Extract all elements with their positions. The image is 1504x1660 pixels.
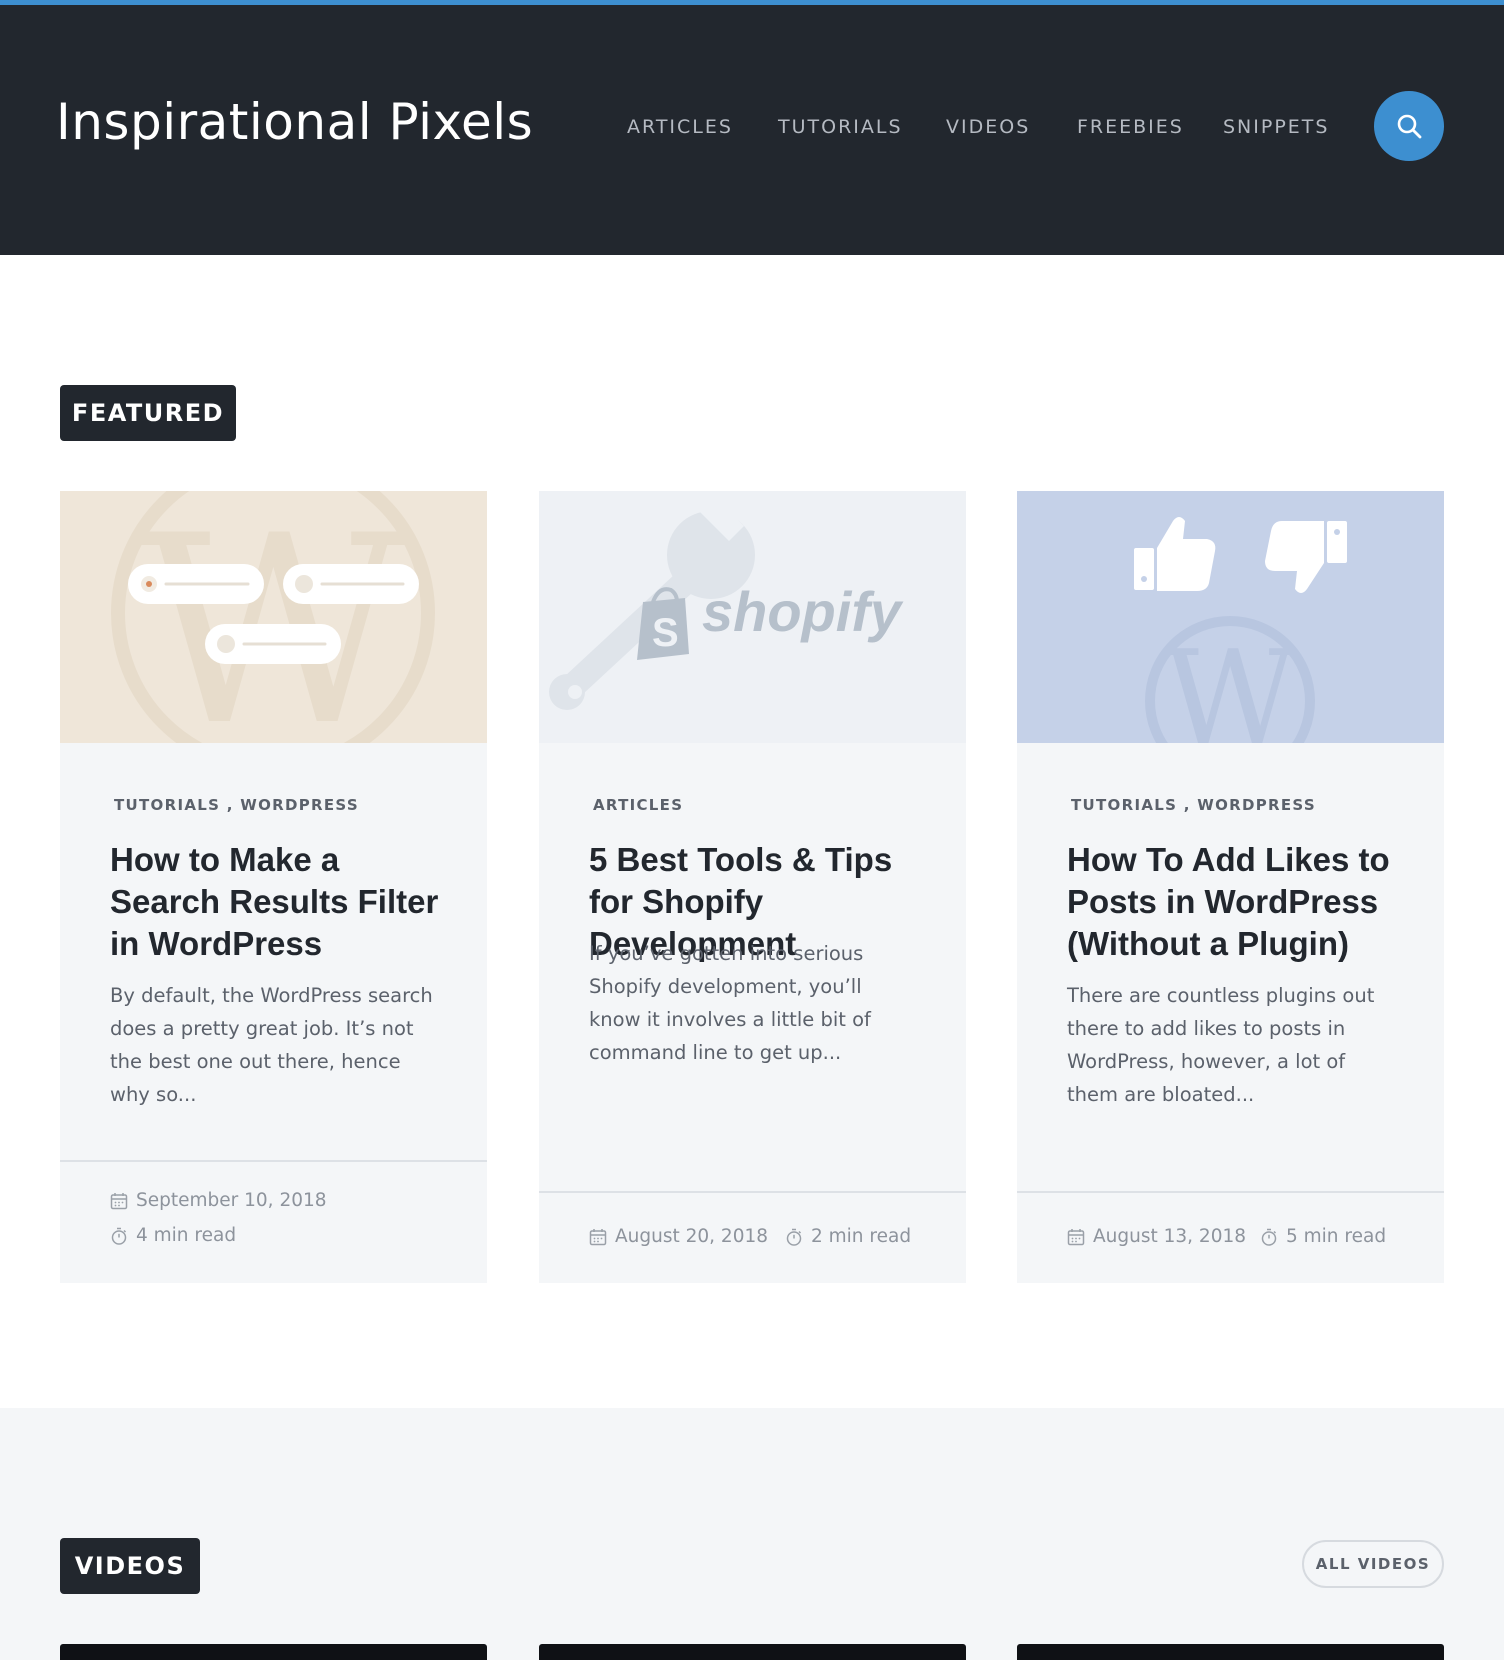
card-read-time-text: 2 min read [811,1226,912,1247]
nav-item-videos[interactable]: VIDEOS [946,116,1030,138]
nav-item-snippets[interactable]: SNIPPETS [1223,116,1329,138]
card-divider [1017,1191,1444,1193]
stopwatch-icon [1261,1228,1277,1246]
videos-section [0,1408,1504,1660]
video-thumbnail[interactable] [539,1644,966,1660]
calendar-icon [1067,1228,1085,1245]
card-divider [539,1191,966,1193]
card-categories[interactable]: ARTICLES [593,796,683,814]
featured-section-label: FEATURED [60,385,236,441]
card-image-shopify[interactable]: S shopify [539,491,966,743]
card-title[interactable]: How To Add Likes to Posts in WordPress (… [1067,839,1407,965]
card-read-time-text: 4 min read [136,1225,237,1246]
card-title[interactable]: How to Make a Search Results Filter in W… [110,839,450,965]
nav-item-articles[interactable]: ARTICLES [627,116,733,138]
video-thumbnail[interactable] [60,1644,487,1660]
card-image-likes[interactable]: W [1017,491,1444,743]
card-date: August 20, 2018 [589,1226,768,1247]
card-date-text: August 20, 2018 [615,1226,769,1247]
card-image-wordpress-filter[interactable]: W [60,491,487,743]
card-divider [60,1160,487,1162]
card-date: September 10, 2018 [110,1190,327,1211]
calendar-icon [589,1228,607,1245]
video-thumbnail[interactable] [1017,1644,1444,1660]
search-icon [1397,114,1422,139]
stopwatch-icon [786,1228,802,1246]
svg-text:W: W [1163,622,1297,743]
card-read-time: 5 min read [1260,1226,1386,1247]
card-read-time: 2 min read [785,1226,911,1247]
videos-section-label: VIDEOS [60,1538,200,1594]
main-nav: ARTICLES TUTORIALS VIDEOS FREEBIES SNIPP… [0,116,1504,146]
svg-text:W: W [139,491,407,743]
nav-item-freebies[interactable]: FREEBIES [1077,116,1184,138]
card-read-time-text: 5 min read [1286,1226,1387,1247]
all-videos-button[interactable]: ALL VIDEOS [1302,1540,1444,1588]
card-date-text: August 13, 2018 [1093,1226,1247,1247]
card-date-text: September 10, 2018 [136,1190,327,1211]
featured-card[interactable]: W TUTORIALS , WORDPRESS How To Add Likes… [1017,491,1444,1283]
calendar-icon [110,1192,128,1209]
svg-text:S: S [652,611,679,655]
featured-card[interactable]: W TUTORIALS , WORDPRESS How to Make a Se… [60,491,487,1283]
card-excerpt: There are countless plugins out there to… [1067,984,1375,1106]
featured-card[interactable]: S shopify ARTICLES 5 Best Tools & Tips f… [539,491,966,1283]
card-categories[interactable]: TUTORIALS , WORDPRESS [1071,796,1316,814]
card-read-time: 4 min read [110,1225,236,1246]
card-excerpt: By default, the WordPress search does a … [110,984,433,1106]
card-categories[interactable]: TUTORIALS , WORDPRESS [114,796,359,814]
shopify-logo-text: shopify [702,580,904,643]
nav-item-tutorials[interactable]: TUTORIALS [778,116,903,138]
stopwatch-icon [111,1227,127,1245]
card-excerpt: If you’ve gotten into serious Shopify de… [589,942,871,1064]
search-button[interactable] [1374,91,1444,161]
card-date: August 13, 2018 [1067,1226,1246,1247]
